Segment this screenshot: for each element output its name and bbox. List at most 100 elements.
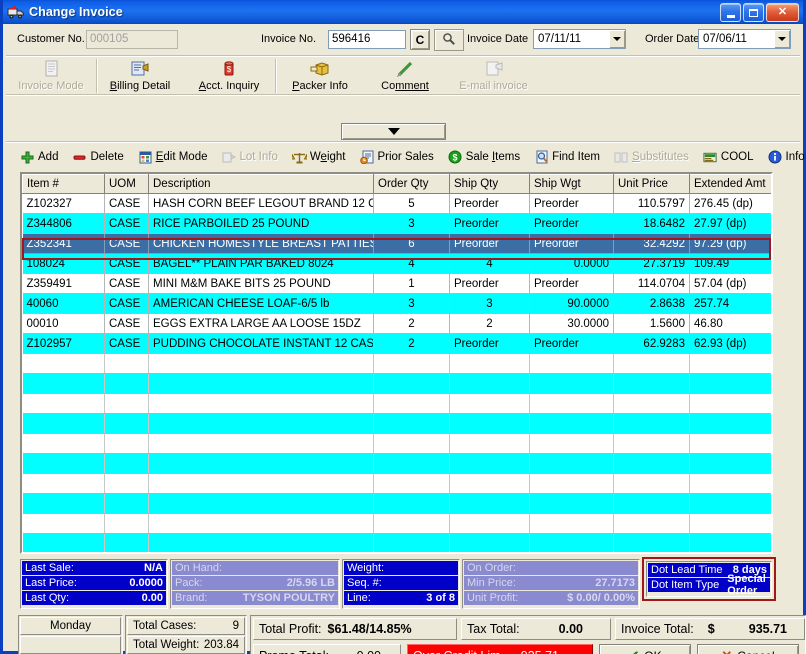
cell-empty[interactable] [104, 473, 149, 494]
lot-info-button[interactable]: Lot Info [222, 150, 278, 165]
cell-empty[interactable] [613, 353, 690, 374]
cell-empty[interactable] [449, 433, 530, 454]
cell-unit-price[interactable]: 32.4292 [613, 233, 690, 254]
cell-unit-price[interactable]: 114.0704 [613, 273, 690, 294]
cell-ship-qty[interactable]: Preorder [449, 273, 530, 294]
cell-order-qty[interactable]: 4 [373, 253, 450, 274]
cell-empty[interactable] [449, 373, 530, 394]
cell-unit-price[interactable]: 1.5600 [613, 313, 690, 334]
cell-item[interactable]: 00010 [22, 313, 105, 334]
cell-empty[interactable] [613, 493, 690, 514]
col-uom[interactable]: UOM [104, 174, 149, 194]
cell-empty[interactable] [373, 353, 450, 374]
cell-extended-amt[interactable]: 57.04 (dp) [689, 273, 771, 294]
cell-empty[interactable] [689, 373, 771, 394]
cell-ship-wgt[interactable]: Preorder [529, 333, 614, 354]
acct-inquiry-button[interactable]: $ Acct. Inquiry [183, 56, 275, 96]
cell-empty[interactable] [149, 554, 374, 555]
cell-empty[interactable] [689, 353, 771, 374]
cell-extended-amt[interactable]: 257.74 [689, 293, 771, 314]
table-row-empty[interactable] [22, 473, 771, 494]
order-date-combo[interactable]: 07/06/11 [698, 29, 791, 49]
cell-empty[interactable] [148, 413, 374, 434]
cell-empty[interactable] [104, 453, 149, 474]
cool-button[interactable]: COOL [703, 150, 754, 165]
col-ship-qty[interactable]: Ship Qty [449, 174, 530, 194]
cell-uom[interactable]: CASE [104, 333, 149, 354]
cell-empty[interactable] [22, 453, 105, 474]
cell-empty[interactable] [23, 554, 105, 555]
cell-empty[interactable] [22, 433, 105, 454]
cell-ship-wgt[interactable]: 90.0000 [529, 293, 614, 314]
cell-empty[interactable] [373, 373, 450, 394]
cell-description[interactable]: PUDDING CHOCOLATE INSTANT 12 CASE [148, 333, 374, 354]
cell-unit-price[interactable]: 18.6482 [613, 213, 690, 234]
cell-empty[interactable] [373, 453, 450, 474]
table-row-empty[interactable] [22, 513, 771, 534]
cell-ship-qty[interactable]: 4 [449, 253, 530, 274]
cell-empty[interactable] [529, 493, 614, 514]
cell-ship-wgt[interactable]: 30.0000 [529, 313, 614, 334]
cell-empty[interactable] [689, 533, 771, 552]
cell-ship-wgt[interactable]: Preorder [529, 213, 614, 234]
cell-extended-amt[interactable]: 109.49 [689, 253, 771, 274]
cell-empty[interactable] [449, 513, 530, 534]
table-row-empty[interactable] [22, 393, 771, 414]
table-row[interactable]: 108024 CASE BAGEL** PLAIN PAR BAKED 8024 4 4… [22, 253, 771, 274]
cell-item[interactable]: Z352341 [22, 233, 105, 254]
c-flag-button[interactable]: C [410, 29, 430, 50]
cell-empty[interactable] [613, 373, 690, 394]
cell-unit-price[interactable]: 27.3719 [613, 253, 690, 274]
cell-empty[interactable] [689, 453, 771, 474]
cell-order-qty[interactable]: 2 [373, 313, 450, 334]
cell-empty[interactable] [614, 554, 690, 555]
cell-empty[interactable] [104, 393, 149, 414]
cell-empty[interactable] [373, 413, 450, 434]
cancel-button[interactable]: ✕ Cancel [697, 644, 799, 654]
table-row-empty[interactable] [22, 493, 771, 514]
cell-empty[interactable] [104, 433, 149, 454]
cell-extended-amt[interactable]: 276.45 (dp) [689, 193, 771, 214]
cell-ship-qty[interactable]: Preorder [449, 213, 530, 234]
cell-empty[interactable] [449, 493, 530, 514]
cell-description[interactable]: RICE PARBOILED 25 POUND [148, 213, 374, 234]
cell-empty[interactable] [689, 493, 771, 514]
cell-order-qty[interactable]: 1 [373, 273, 450, 294]
cell-empty[interactable] [529, 433, 614, 454]
prior-sales-button[interactable]: Prior Sales [359, 150, 434, 165]
cell-empty[interactable] [104, 373, 149, 394]
cell-empty[interactable] [148, 393, 374, 414]
col-unit-price[interactable]: Unit Price [613, 174, 690, 194]
cell-ship-qty[interactable]: Preorder [449, 333, 530, 354]
cell-empty[interactable] [613, 413, 690, 434]
info-button[interactable]: Info [768, 150, 805, 165]
cell-empty[interactable] [104, 513, 149, 534]
cell-empty[interactable] [22, 353, 105, 374]
cell-empty[interactable] [450, 554, 530, 555]
cell-empty[interactable] [689, 473, 771, 494]
cell-empty[interactable] [22, 513, 105, 534]
cell-unit-price[interactable]: 62.9283 [613, 333, 690, 354]
email-invoice-button[interactable]: E-mail invoice [446, 56, 541, 96]
cell-empty[interactable] [530, 554, 614, 555]
cell-ship-wgt[interactable]: Preorder [529, 273, 614, 294]
cell-order-qty[interactable]: 3 [373, 213, 450, 234]
table-row-empty[interactable] [22, 433, 771, 454]
cell-empty[interactable] [689, 433, 771, 454]
cell-empty[interactable] [529, 393, 614, 414]
cell-empty[interactable] [148, 453, 374, 474]
cell-empty[interactable] [373, 513, 450, 534]
cell-empty[interactable] [529, 533, 614, 552]
table-row[interactable]: Z102957 CASE PUDDING CHOCOLATE INSTANT 12 … [22, 333, 771, 354]
cell-empty[interactable] [22, 393, 105, 414]
cell-uom[interactable]: CASE [104, 193, 149, 214]
cell-extended-amt[interactable]: 46.80 [689, 313, 771, 334]
cell-empty[interactable] [529, 473, 614, 494]
table-row[interactable]: 00010 CASE EGGS EXTRA LARGE AA LOOSE 15DZ 2… [22, 313, 771, 334]
cell-empty[interactable] [613, 533, 690, 552]
col-description[interactable]: Description [148, 174, 374, 194]
cell-ship-wgt[interactable]: Preorder [529, 193, 614, 214]
cell-item[interactable]: Z102327 [22, 193, 105, 214]
cell-uom[interactable]: CASE [104, 213, 149, 234]
cell-ship-qty[interactable]: 3 [449, 293, 530, 314]
